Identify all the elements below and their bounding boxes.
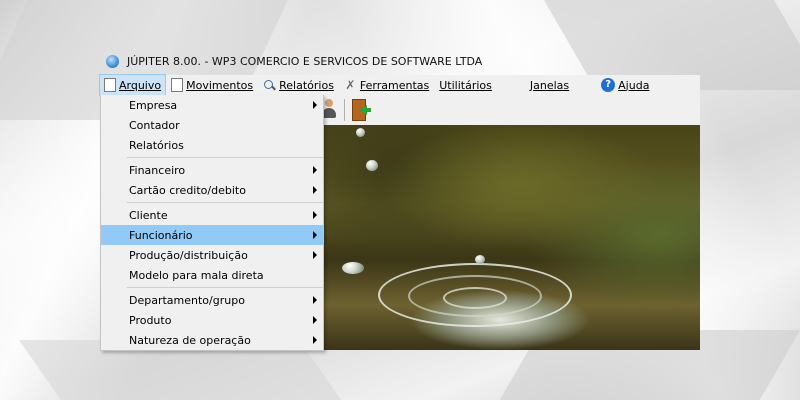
menu-janelas-label: Janelas bbox=[529, 78, 570, 92]
menu-janelas[interactable]: Janelas bbox=[526, 75, 573, 95]
submenu-arrow-icon bbox=[313, 336, 317, 344]
menu-item-empresa[interactable]: Empresa bbox=[101, 95, 323, 115]
menu-separator bbox=[127, 157, 323, 158]
title-bar: JÚPITER 8.00. - WP3 COMERCIO E SERVICOS … bbox=[100, 48, 700, 74]
submenu-arrow-icon bbox=[313, 101, 317, 109]
tools-icon: ✗ bbox=[345, 77, 356, 92]
menu-relatorios-label: Relatórios bbox=[279, 78, 334, 92]
menu-bar: Arquivo Movimentos Relatórios ✗ Ferramen… bbox=[98, 74, 700, 96]
menu-item-mala-direta[interactable]: Modelo para mala direta bbox=[101, 265, 323, 285]
menu-item-relatorios[interactable]: Relatórios bbox=[101, 135, 323, 155]
menu-separator bbox=[127, 202, 323, 203]
menu-item-label: Empresa bbox=[129, 98, 178, 112]
menu-movimentos-label: Movimentos bbox=[186, 78, 254, 92]
toolbar-separator bbox=[344, 99, 345, 121]
submenu-arrow-icon bbox=[313, 211, 317, 219]
submenu-arrow-icon bbox=[313, 296, 317, 304]
menu-ferramentas[interactable]: ✗ Ferramentas bbox=[340, 75, 433, 95]
menu-item-natureza[interactable]: Natureza de operação bbox=[101, 330, 323, 350]
menu-item-financeiro[interactable]: Financeiro bbox=[101, 160, 323, 180]
menu-item-label: Relatórios bbox=[129, 138, 184, 152]
water-drop bbox=[475, 255, 485, 264]
menu-item-produto[interactable]: Produto bbox=[101, 310, 323, 330]
menu-arquivo-label: Arquivo bbox=[119, 78, 162, 92]
menu-item-contador[interactable]: Contador bbox=[101, 115, 323, 135]
window-title: JÚPITER 8.00. - WP3 COMERCIO E SERVICOS … bbox=[127, 54, 483, 68]
menu-ajuda[interactable]: ? Ajuda bbox=[597, 75, 653, 95]
menu-item-label: Produção/distribuição bbox=[129, 248, 248, 262]
menu-item-departamento[interactable]: Departamento/grupo bbox=[101, 290, 323, 310]
arquivo-dropdown-menu: Empresa Contador Relatórios Financeiro C… bbox=[100, 95, 324, 351]
menu-item-label: Cliente bbox=[129, 208, 168, 222]
submenu-arrow-icon bbox=[313, 166, 317, 174]
document-icon bbox=[171, 78, 184, 92]
menu-item-cliente[interactable]: Cliente bbox=[101, 205, 323, 225]
menu-item-label: Produto bbox=[129, 313, 172, 327]
menu-separator bbox=[127, 287, 323, 288]
menu-utilitarios-label: Utilitários bbox=[439, 78, 492, 92]
menu-item-cartao[interactable]: Cartão credito/debito bbox=[101, 180, 323, 200]
menu-item-producao[interactable]: Produção/distribuição bbox=[101, 245, 323, 265]
menu-relatorios[interactable]: Relatórios bbox=[259, 75, 338, 95]
water-drop bbox=[366, 160, 378, 171]
water-drop bbox=[342, 262, 364, 274]
menu-arquivo[interactable]: Arquivo bbox=[98, 74, 167, 96]
menu-item-label: Contador bbox=[129, 118, 180, 132]
menu-item-label: Funcionário bbox=[129, 228, 193, 242]
water-splash-image bbox=[368, 243, 572, 333]
menu-item-label: Departamento/grupo bbox=[129, 293, 245, 307]
document-icon bbox=[104, 78, 116, 92]
menu-item-label: Natureza de operação bbox=[129, 333, 251, 347]
submenu-arrow-icon bbox=[313, 316, 317, 324]
menu-item-label: Cartão credito/debito bbox=[129, 183, 246, 197]
menu-ferramentas-label: Ferramentas bbox=[359, 78, 430, 92]
magnifier-icon bbox=[263, 79, 276, 92]
menu-item-label: Modelo para mala direta bbox=[129, 268, 264, 282]
menu-utilitarios[interactable]: Utilitários bbox=[435, 75, 496, 95]
menu-ajuda-label: Ajuda bbox=[618, 78, 650, 92]
submenu-arrow-icon bbox=[313, 186, 317, 194]
submenu-arrow-icon bbox=[313, 231, 317, 239]
exit-toolbar-button[interactable] bbox=[350, 97, 372, 121]
menu-item-label: Financeiro bbox=[129, 163, 186, 177]
app-logo-icon bbox=[106, 54, 119, 68]
help-icon: ? bbox=[601, 78, 616, 92]
submenu-arrow-icon bbox=[313, 251, 317, 259]
water-drop bbox=[356, 128, 365, 137]
menu-item-funcionario[interactable]: Funcionário bbox=[101, 225, 323, 245]
menu-movimentos[interactable]: Movimentos bbox=[167, 75, 257, 95]
